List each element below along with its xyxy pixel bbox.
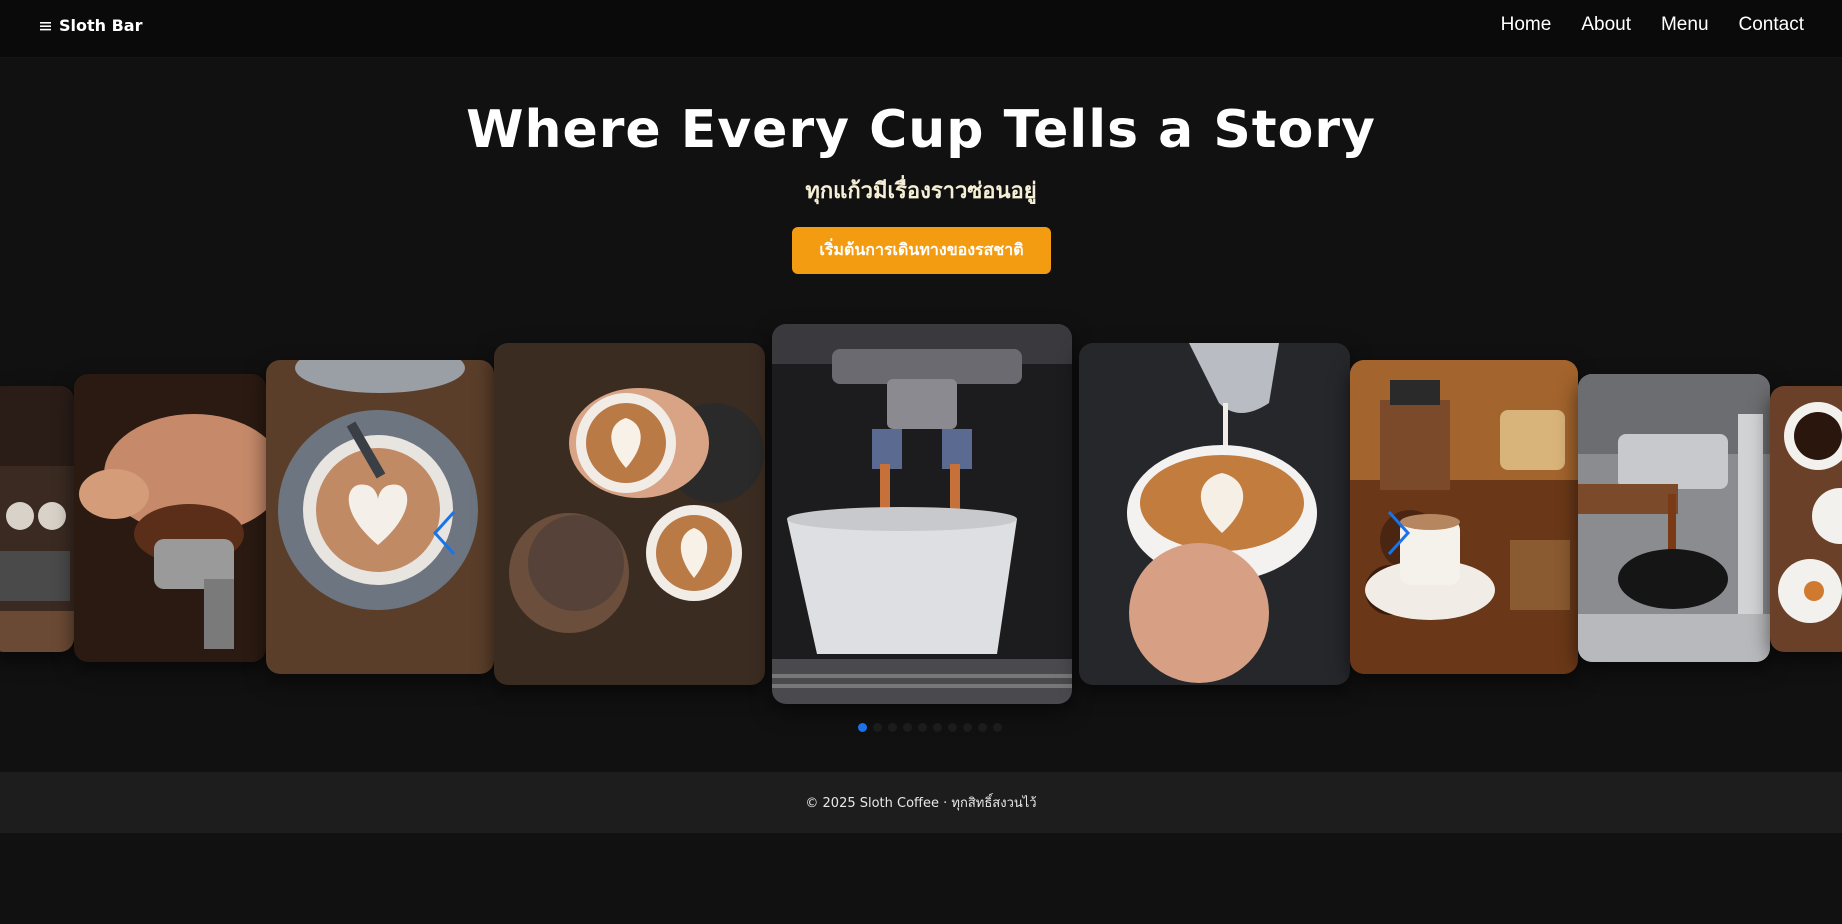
carousel-dot[interactable] [933,723,942,732]
chevron-right-icon [1383,510,1413,562]
nav-menu-link[interactable]: Menu [1661,14,1709,36]
carousel-prev-button[interactable] [430,508,460,558]
carousel-dot[interactable] [978,723,987,732]
carousel-pagination [858,723,1002,732]
carousel-slide-tamping[interactable] [74,374,266,662]
footer-copyright: © 2025 Sloth Coffee · ทุกสิทธิ์สงวนไว้ [805,796,1037,811]
carousel-dot[interactable] [873,723,882,732]
carousel-dot[interactable] [888,723,897,732]
carousel-slide-three-cups[interactable] [494,343,765,685]
nav-home-link[interactable]: Home [1501,14,1552,36]
nav-about-link[interactable]: About [1581,14,1631,36]
carousel-dot[interactable] [993,723,1002,732]
carousel-slide-milk-pour[interactable] [1079,343,1350,685]
carousel-dot[interactable] [903,723,912,732]
carousel-slide-cafe-interior[interactable] [0,386,74,652]
nav-contact-link[interactable]: Contact [1739,14,1804,36]
hamburger-icon[interactable] [40,16,51,35]
carousel-next-button[interactable] [1383,508,1413,558]
brand-link[interactable]: Sloth Bar [40,16,143,35]
carousel-dot[interactable] [858,723,867,732]
carousel-slide-espresso-cups[interactable] [1770,386,1842,652]
nav-links: Home About Menu Contact [1501,14,1804,36]
footer: © 2025 Sloth Coffee · ทุกสิทธิ์สงวนไว้ [0,772,1842,833]
navbar: Sloth Bar Home About Menu Contact [0,0,1842,57]
carousel-dot[interactable] [918,723,927,732]
brand-name: Sloth Bar [59,16,143,35]
hero-title: Where Every Cup Tells a Story [466,100,1376,160]
carousel-slide-espresso-machine[interactable] [1578,374,1770,662]
start-journey-button[interactable]: เริ่มต้นการเดินทางของรสชาติ [792,227,1051,274]
chevron-left-icon [430,510,460,562]
hero-subtitle: ทุกแก้วมีเรื่องราวซ่อนอยู่ [805,179,1037,204]
carousel-slide-espresso-shot[interactable] [772,324,1072,704]
carousel-dot[interactable] [963,723,972,732]
carousel-dot[interactable] [948,723,957,732]
